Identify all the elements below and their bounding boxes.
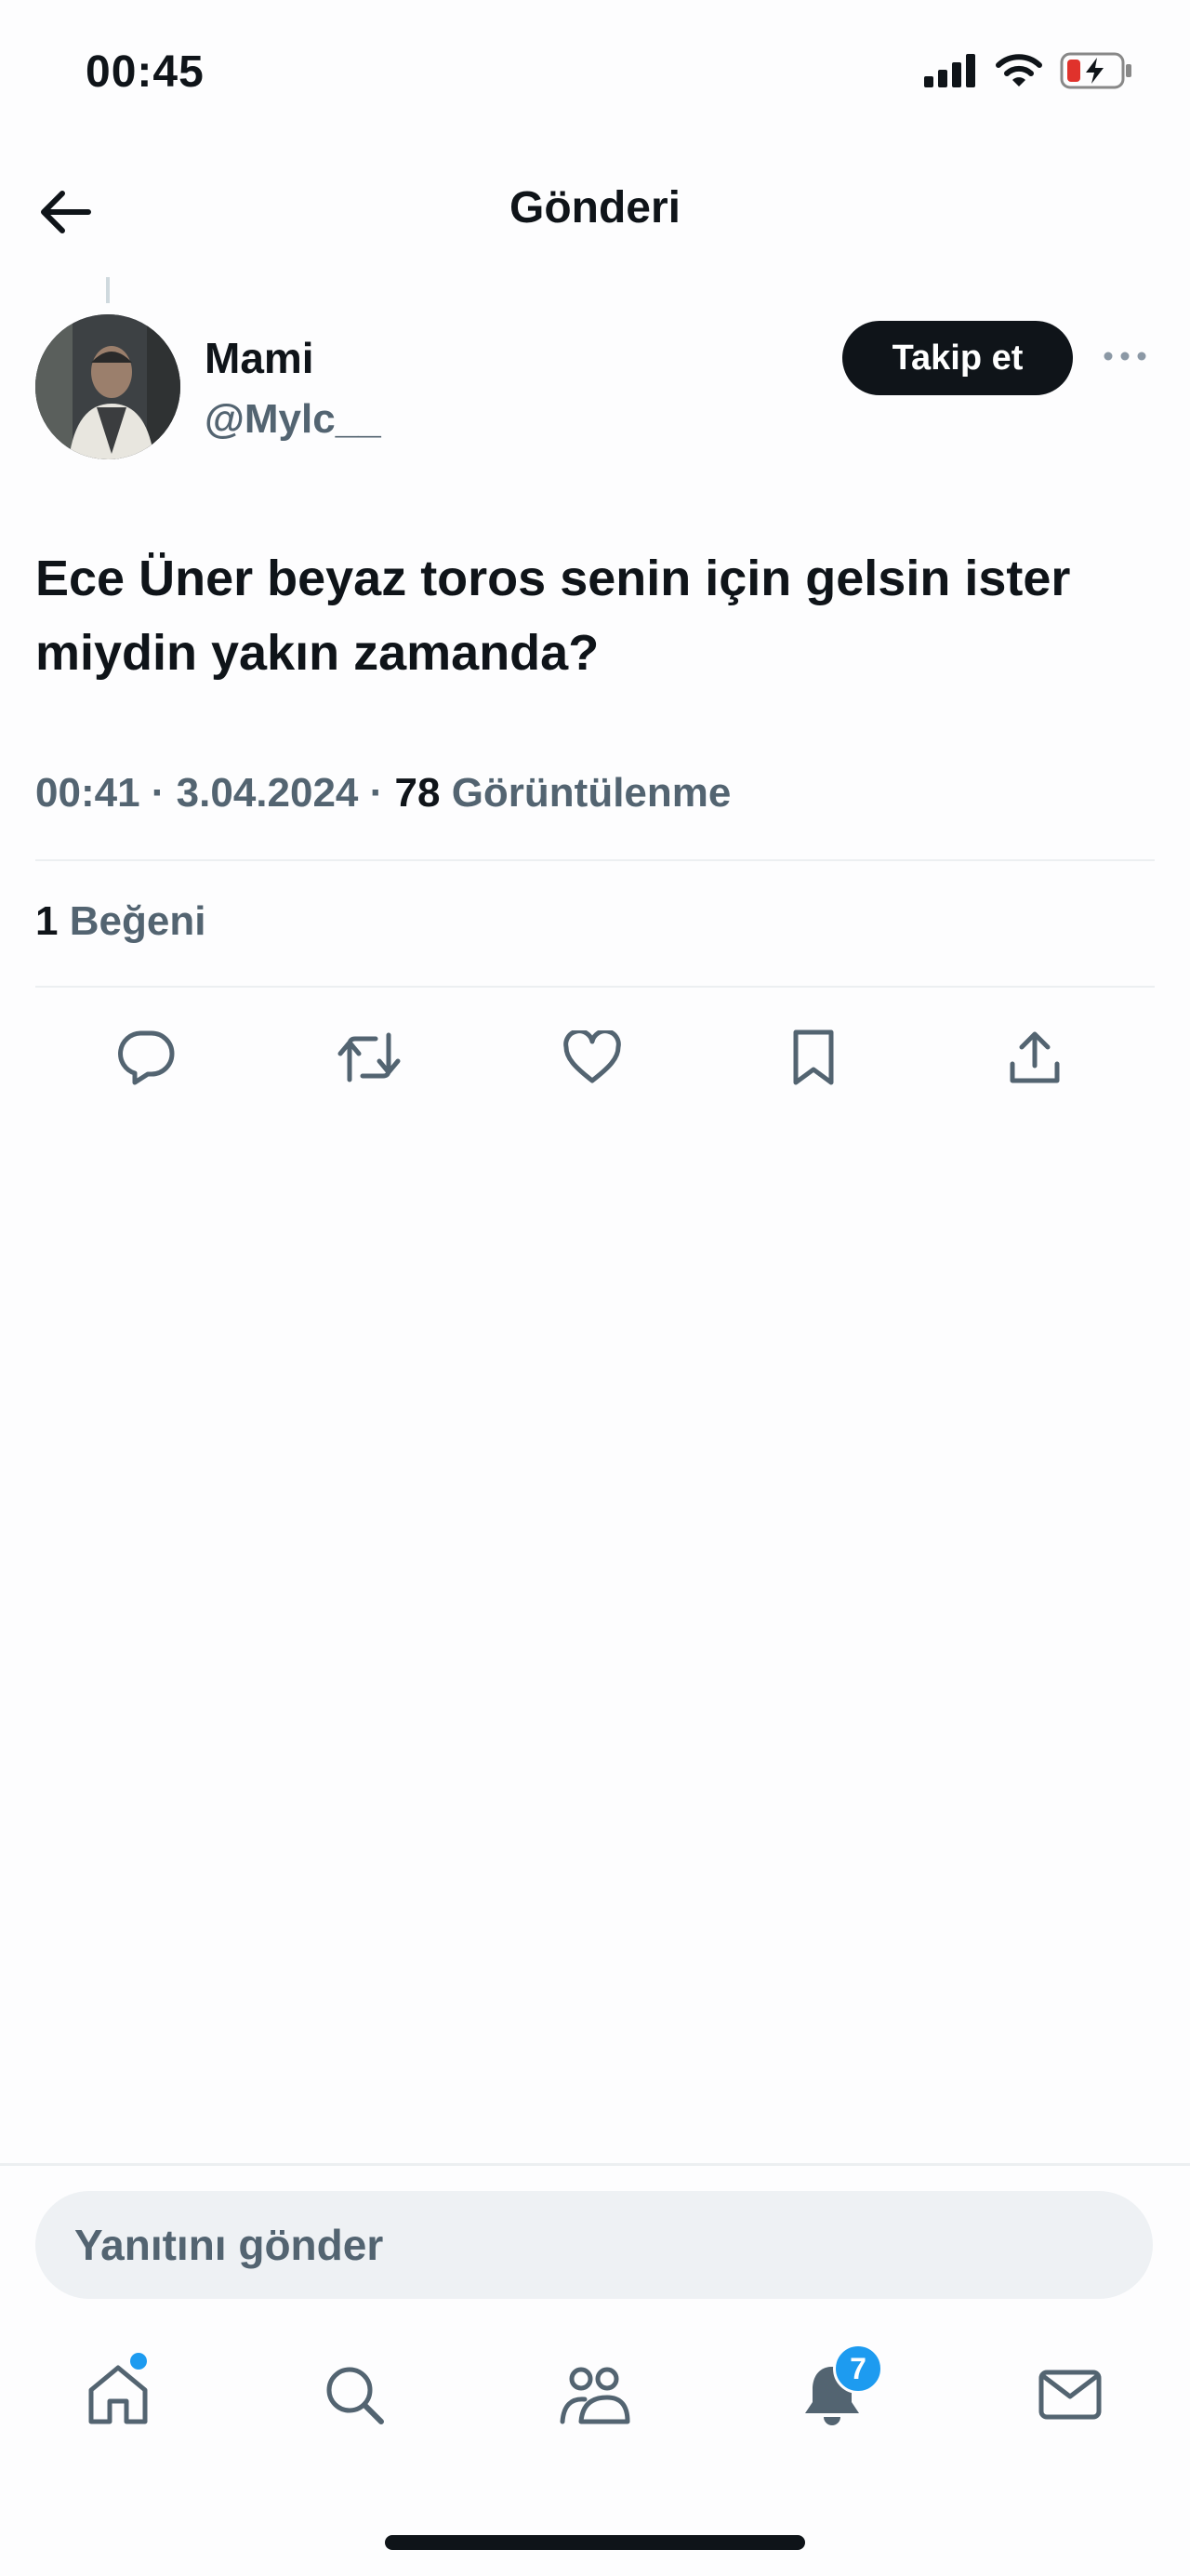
meta-separator: ·	[358, 770, 395, 816]
tab-home[interactable]	[67, 2344, 169, 2446]
tweet-date: 3.04.2024	[176, 770, 359, 816]
tab-search[interactable]	[303, 2344, 405, 2446]
more-button[interactable]	[1097, 333, 1153, 379]
battery-icon	[1060, 52, 1131, 89]
bookmark-icon	[793, 1029, 834, 1085]
tweet-time: 00:41	[35, 770, 140, 816]
notifications-badge: 7	[833, 2344, 883, 2394]
share-button[interactable]	[993, 1016, 1077, 1099]
heart-icon	[563, 1030, 621, 1083]
tab-notifications[interactable]: 7	[781, 2344, 883, 2446]
divider	[35, 986, 1155, 988]
like-button[interactable]	[550, 1016, 634, 1099]
home-indicator	[385, 2535, 805, 2550]
more-dots-icon	[1104, 352, 1146, 361]
follow-button[interactable]: Takip et	[842, 321, 1073, 395]
bottom-tab-bar: 7	[0, 2344, 1190, 2446]
tab-communities[interactable]	[543, 2344, 645, 2446]
bookmark-button[interactable]	[772, 1016, 855, 1099]
composer-divider	[0, 2163, 1190, 2166]
tweet-text: Ece Üner beyaz toros senin için gelsin i…	[35, 551, 1071, 681]
retweet-button[interactable]	[327, 1016, 411, 1099]
thread-connector	[106, 277, 110, 303]
reply-composer[interactable]	[35, 2191, 1153, 2299]
author-name[interactable]: Mami	[205, 333, 314, 383]
mail-icon	[1038, 2370, 1102, 2420]
signal-icon	[924, 54, 975, 87]
author-handle[interactable]: @Mylc__	[205, 396, 381, 443]
tweet-meta: 00:41 · 3.04.2024 · 78 Görüntülenme	[35, 770, 731, 817]
avatar-image	[35, 314, 180, 459]
meta-separator: ·	[139, 770, 177, 816]
tab-messages[interactable]	[1019, 2344, 1121, 2446]
views-label[interactable]: Görüntülenme	[452, 770, 732, 816]
comment-icon	[118, 1030, 175, 1085]
home-icon	[88, 2365, 148, 2424]
home-unread-dot	[130, 2353, 147, 2370]
page-title: Gönderi	[509, 183, 681, 232]
avatar[interactable]	[35, 314, 180, 459]
communities-icon	[560, 2367, 630, 2424]
search-icon	[326, 2367, 384, 2424]
action-bar	[0, 1016, 1190, 1099]
divider	[35, 859, 1155, 861]
status-time: 00:45	[86, 47, 205, 97]
likes-row[interactable]: 1 Beğeni	[35, 898, 205, 945]
likes-label: Beğeni	[69, 898, 206, 944]
share-icon	[1010, 1031, 1060, 1083]
reply-input[interactable]	[73, 2219, 1153, 2271]
status-icons	[924, 52, 1134, 89]
reply-button[interactable]	[104, 1016, 188, 1099]
likes-count: 1	[35, 898, 59, 944]
wifi-icon	[996, 54, 1042, 86]
retweet-icon	[337, 1032, 401, 1082]
views-count: 78	[394, 770, 441, 816]
